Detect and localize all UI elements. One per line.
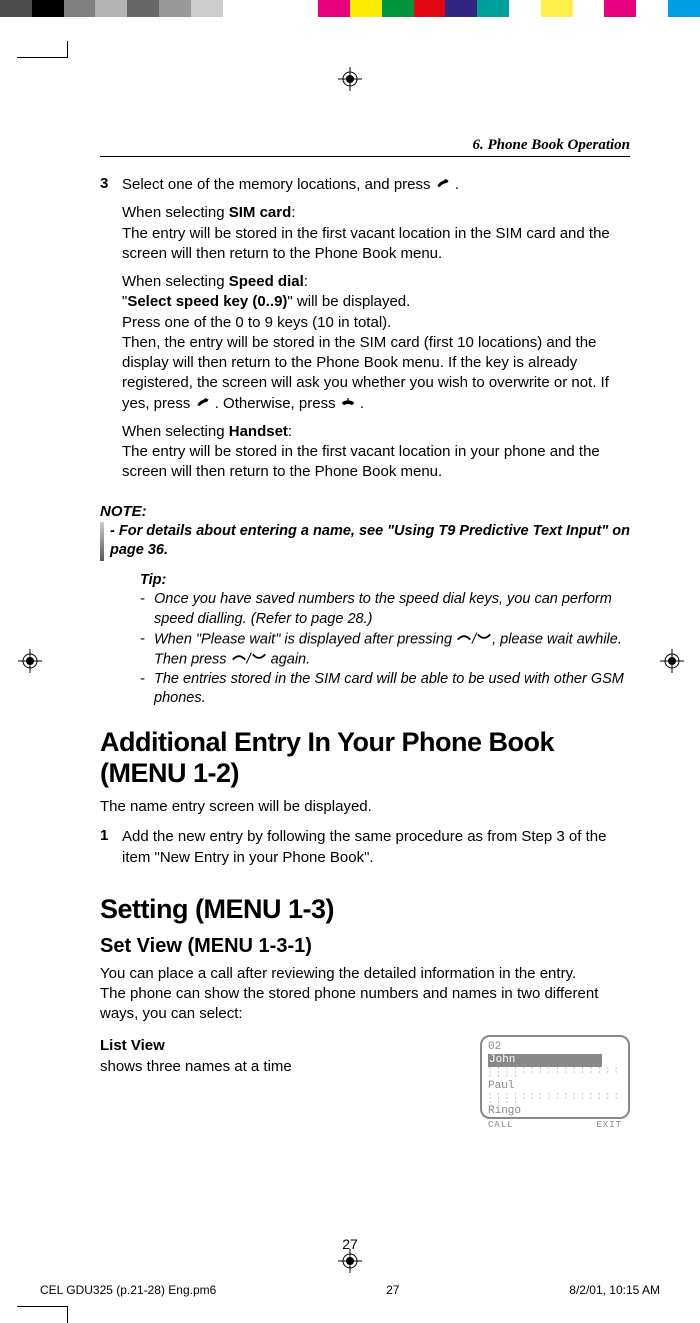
- tip-item: - When "Please wait" is displayed after …: [140, 630, 630, 670]
- step3-speed: When selecting Speed dial: "Select speed…: [122, 272, 630, 414]
- note-bar-icon: [100, 522, 104, 561]
- footer-filename: CEL GDU325 (p.21-28) Eng.pm6: [40, 1283, 216, 1297]
- down-key-icon: [476, 630, 492, 650]
- content-area: 6. Phone Book Operation 3 Select one of …: [100, 137, 630, 1119]
- page-header: 6. Phone Book Operation: [100, 137, 630, 157]
- tip-block: Tip: -Once you have saved numbers to the…: [140, 571, 630, 709]
- paragraph: You can place a call after reviewing the…: [100, 964, 630, 1025]
- heading-setting: Setting (MENU 1-3): [100, 894, 630, 925]
- step-1: 1 Add the new entry by following the sam…: [100, 827, 630, 876]
- heading-set-view: Set View (MENU 1-3-1): [100, 935, 630, 958]
- tip-item: -The entries stored in the SIM card will…: [140, 670, 630, 709]
- heading-additional-entry: Additional Entry In Your Phone Book (MEN…: [100, 727, 630, 789]
- list-view-row: List View shows three names at a time 02…: [100, 1035, 630, 1119]
- note-label: NOTE:: [100, 503, 630, 520]
- step1-text: Add the new entry by following the same …: [122, 827, 630, 868]
- page-number: 27: [0, 1236, 700, 1252]
- note-text: - For details about entering a name, see…: [110, 522, 630, 561]
- page: 6. Phone Book Operation 3 Select one of …: [0, 17, 700, 1322]
- print-footer: CEL GDU325 (p.21-28) Eng.pm6 27 8/2/01, …: [40, 1283, 660, 1297]
- print-color-bar: [0, 0, 700, 17]
- step-number: 3: [100, 175, 122, 491]
- crop-mark: [17, 1257, 67, 1307]
- call-key-icon: [435, 175, 451, 195]
- up-key-icon: [456, 630, 472, 650]
- step-number: 1: [100, 827, 122, 876]
- tip-label: Tip:: [140, 571, 630, 591]
- footer-page: 27: [386, 1283, 399, 1297]
- chapter-title: 6. Phone Book Operation: [100, 137, 630, 156]
- call-key-icon: [195, 394, 211, 414]
- end-key-icon: [340, 394, 356, 414]
- step3-handset: When selecting Handset: The entry will b…: [122, 422, 630, 483]
- step3-sim: When selecting SIM card: The entry will …: [122, 203, 630, 264]
- registration-mark-icon: [18, 649, 42, 673]
- note-block: - For details about entering a name, see…: [100, 522, 630, 561]
- paragraph: The name entry screen will be displayed.: [100, 797, 630, 817]
- tip-item: -Once you have saved numbers to the spee…: [140, 590, 630, 629]
- registration-mark-icon: [338, 67, 362, 91]
- list-view-text: List View shows three names at a time: [100, 1035, 470, 1077]
- crop-mark: [17, 57, 67, 107]
- down-key-icon: [251, 650, 267, 670]
- phone-screen-illustration: 02 John · · · · · · · · · · · · · · · · …: [480, 1035, 630, 1119]
- up-key-icon: [231, 650, 247, 670]
- registration-mark-icon: [660, 649, 684, 673]
- step-3: 3 Select one of the memory locations, an…: [100, 175, 630, 491]
- footer-timestamp: 8/2/01, 10:15 AM: [569, 1283, 660, 1297]
- step3-intro: Select one of the memory locations, and …: [122, 175, 630, 195]
- registration-mark-icon: [338, 1249, 362, 1273]
